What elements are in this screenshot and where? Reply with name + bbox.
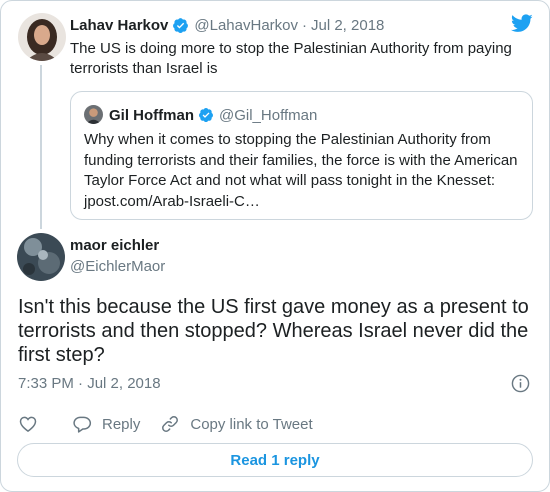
tweet-date[interactable]: Jul 2, 2018 <box>311 17 384 34</box>
embedded-tweet-card: Lahav Harkov @LahavHarkov · Jul 2, 2018 … <box>0 0 550 492</box>
author-handle[interactable]: @EichlerMaor <box>70 258 165 275</box>
read-replies-button[interactable]: Read 1 reply <box>17 443 533 477</box>
author-name[interactable]: Lahav Harkov <box>70 17 168 34</box>
quoted-author-handle: @Gil_Hoffman <box>219 106 318 124</box>
thread-connector-line <box>40 65 42 229</box>
avatar-lahav-harkov[interactable] <box>18 13 66 61</box>
separator-dot: · <box>302 16 307 34</box>
like-button[interactable] <box>18 414 38 434</box>
tweet-actions: Reply Copy link to Tweet <box>18 413 333 435</box>
reply-button[interactable]: Reply <box>72 414 140 434</box>
parent-tweet-header: Lahav Harkov @LahavHarkov · Jul 2, 2018 <box>70 15 384 35</box>
tweet-text: Isn't this because the US first gave mon… <box>18 296 529 366</box>
quoted-tweet-header: Gil Hoffman @Gil_Hoffman <box>109 105 317 125</box>
reply-bubble-icon <box>73 416 92 433</box>
quoted-author-name: Gil Hoffman <box>109 106 194 124</box>
quoted-tweet[interactable]: Gil Hoffman @Gil_Hoffman Why when it com… <box>70 91 533 220</box>
author-handle[interactable]: @LahavHarkov <box>194 17 298 34</box>
verified-badge-icon <box>172 17 189 34</box>
twitter-bird-icon[interactable] <box>511 14 533 33</box>
avatar-maor-eichler[interactable] <box>17 233 65 281</box>
quoted-tweet-text: Why when it comes to stopping the Palest… <box>84 131 518 210</box>
reply-label: Reply <box>102 415 141 433</box>
author-name[interactable]: maor eichler <box>70 237 159 254</box>
parent-tweet-text: The US is doing more to stop the Palesti… <box>70 40 512 77</box>
verified-badge-icon <box>198 107 214 123</box>
avatar-gil-hoffman <box>84 105 103 124</box>
heart-icon <box>19 416 37 432</box>
tweet-timestamp[interactable]: 7:33 PM · Jul 2, 2018 <box>18 375 161 392</box>
copy-link-label: Copy link to Tweet <box>190 415 313 433</box>
info-icon[interactable] <box>511 374 530 393</box>
link-icon <box>162 416 179 432</box>
copy-link-button[interactable]: Copy link to Tweet <box>160 414 313 434</box>
